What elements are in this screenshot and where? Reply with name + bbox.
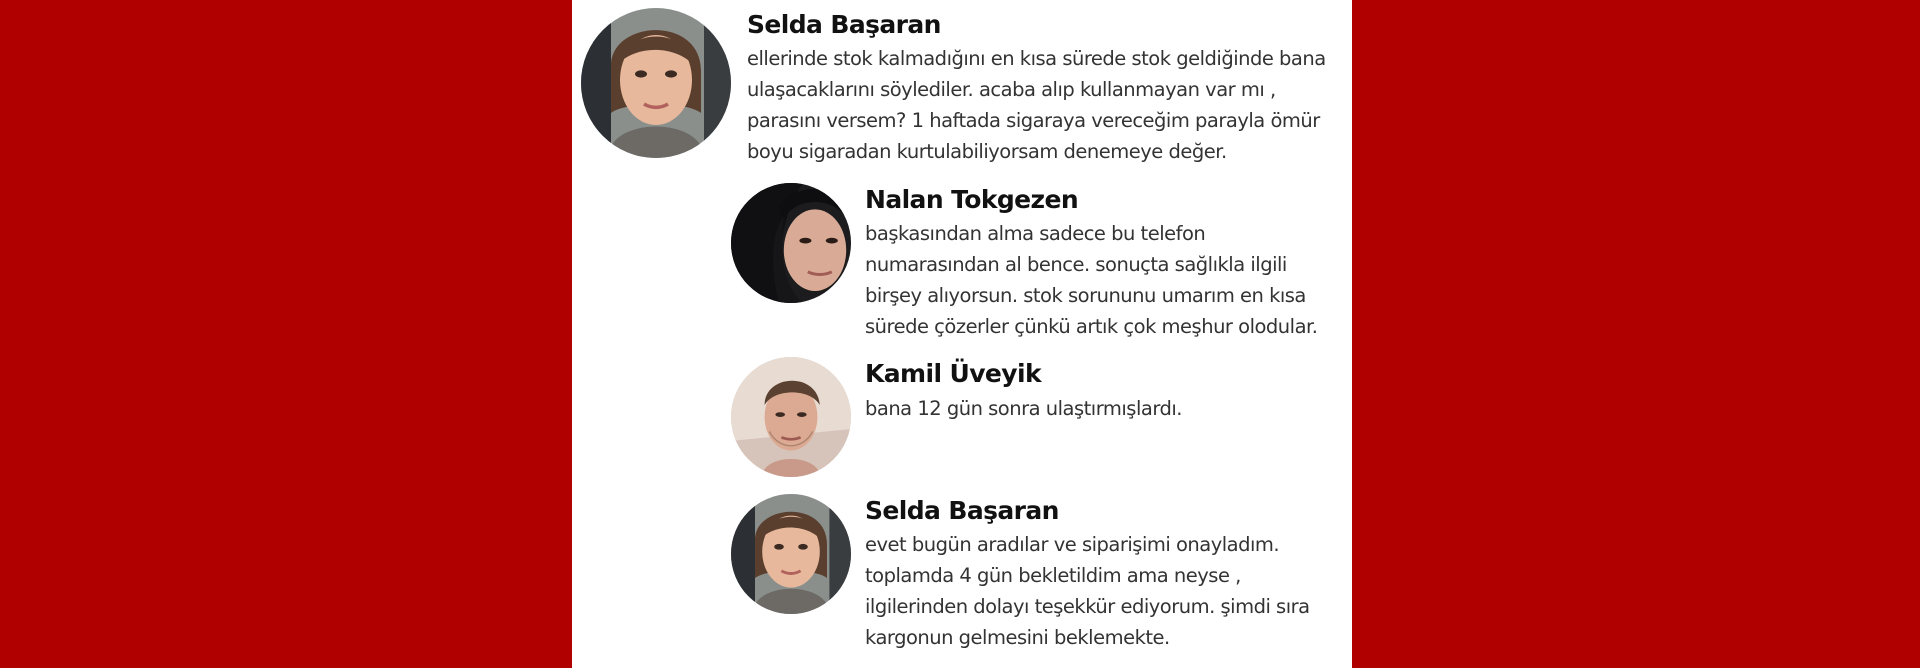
comment-author[interactable]: Nalan Tokgezen [865,184,1079,216]
comment-text: başkasından alma sadece bu telefon numar… [865,222,1318,338]
comment-text: evet bugün aradılar ve siparişimi onayla… [865,533,1310,649]
woman-dark-hair-avatar [731,183,851,303]
comment-text: ellerinde stok kalmadığını en kısa süred… [747,47,1326,163]
comment-author[interactable]: Selda Başaran [747,9,941,41]
man-portrait-avatar [731,357,851,477]
comment-author[interactable]: Selda Başaran [865,495,1059,527]
comment-author[interactable]: Kamil Üveyik [865,358,1042,390]
woman-portrait-avatar [581,8,731,158]
woman-portrait-avatar [731,494,851,614]
comments-panel: Selda Başaran ellerinde stok kalmadığını… [572,0,1352,668]
comment-text: bana 12 gün sonra ulaştırmışlardı. [865,397,1183,420]
